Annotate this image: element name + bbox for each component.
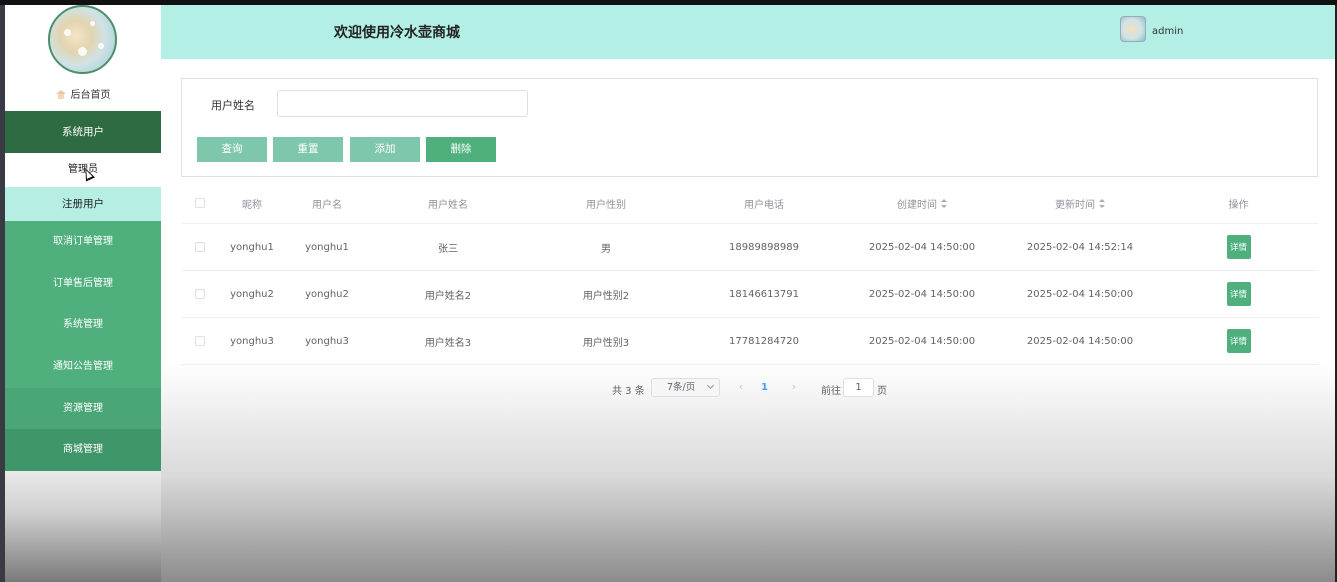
col-updated-label: 更新时间 [1055, 199, 1095, 211]
user-avatar[interactable] [1120, 16, 1146, 42]
row-checkbox[interactable] [195, 242, 205, 252]
detail-button[interactable]: 详情 [1226, 282, 1251, 306]
reset-button[interactable]: 重置 [273, 137, 343, 162]
menu-item-mall[interactable]: 商城管理 [5, 429, 161, 472]
col-nickname: 昵称 [242, 199, 262, 211]
goto-page-input[interactable]: 1 [843, 378, 874, 397]
cell-phone: 17781284720 [729, 335, 799, 347]
select-all-checkbox[interactable] [195, 198, 205, 208]
row-checkbox[interactable] [195, 336, 205, 346]
cell-nickname: yonghu3 [230, 335, 274, 347]
delete-button[interactable]: 删除 [426, 137, 496, 162]
cell-phone: 18989898989 [729, 241, 799, 253]
user-name[interactable]: admin [1152, 26, 1183, 37]
menu-sub-admin[interactable]: 管理员 [5, 153, 161, 187]
sidebar-avatar [48, 5, 117, 74]
cell-updated: 2025-02-04 14:50:00 [1026, 335, 1134, 347]
menu-item-notices[interactable]: 通知公告管理 [5, 346, 161, 388]
home-icon [55, 90, 66, 99]
cell-gender: 男 [601, 243, 611, 255]
cell-nickname: yonghu1 [230, 241, 274, 253]
chevron-right-icon[interactable]: › [789, 381, 799, 393]
top-header: 欢迎使用冷水壶商城 admin [161, 5, 1335, 59]
sidebar-home-link[interactable]: 后台首页 [5, 87, 161, 105]
sidebar: 后台首页 系统用户 管理员 注册用户 取消订单管理 订单售后管理 系统管理 通知… [5, 5, 161, 582]
cell-name: 张三 [438, 243, 458, 255]
cell-updated: 2025-02-04 14:50:00 [1026, 288, 1134, 300]
chevron-down-icon [706, 381, 715, 390]
col-username: 用户名 [312, 199, 342, 211]
col-created[interactable]: 创建时间 [843, 183, 1001, 223]
cell-updated: 2025-02-04 14:52:14 [1026, 241, 1134, 253]
menu-group-system-users[interactable]: 系统用户 [5, 111, 161, 153]
user-table: 昵称 用户名 用户姓名 用户性别 用户电话 创建时间 更新时间 操作 yongh… [181, 183, 1318, 365]
row-checkbox[interactable] [195, 289, 205, 299]
col-created-label: 创建时间 [897, 199, 937, 211]
page-title: 欢迎使用冷水壶商城 [334, 25, 460, 41]
cell-username: yonghu2 [305, 288, 349, 300]
query-button[interactable]: 查询 [197, 137, 267, 162]
sort-icon[interactable] [1099, 198, 1105, 208]
search-panel: 用户姓名 查询 重置 添加 删除 [181, 78, 1318, 177]
menu-item-resources[interactable]: 资源管理 [5, 387, 161, 430]
col-name: 用户姓名 [428, 199, 468, 211]
home-label: 后台首页 [70, 90, 111, 101]
cell-gender: 用户性别2 [582, 290, 630, 302]
detail-button[interactable]: 详情 [1226, 235, 1251, 259]
cell-created: 2025-02-04 14:50:00 [868, 335, 976, 347]
cell-created: 2025-02-04 14:50:00 [868, 241, 976, 253]
add-button[interactable]: 添加 [350, 137, 420, 162]
cell-name: 用户姓名3 [424, 337, 472, 349]
table-row: yonghu1 yonghu1 张三 男 18989898989 2025-02… [181, 224, 1318, 271]
cell-name: 用户姓名2 [424, 290, 472, 302]
pagination: 共 3 条 7条/页 ‹ 1 › 前往 1 页 [161, 377, 1335, 399]
menu-item-system[interactable]: 系统管理 [5, 304, 161, 347]
table-row: yonghu2 yonghu2 用户姓名2 用户性别2 18146613791 … [181, 271, 1318, 318]
search-label: 用户姓名 [211, 99, 255, 112]
menu-sub-registered-users[interactable]: 注册用户 [5, 187, 161, 221]
goto-label: 前往 [821, 386, 841, 397]
col-updated[interactable]: 更新时间 [1001, 183, 1159, 223]
chevron-left-icon[interactable]: ‹ [736, 381, 746, 393]
table-header-row: 昵称 用户名 用户姓名 用户性别 用户电话 创建时间 更新时间 操作 [181, 183, 1318, 224]
main-content: 用户姓名 查询 重置 添加 删除 昵称 用户名 用户姓名 用户性别 用户电话 创… [161, 59, 1335, 582]
goto-suffix: 页 [877, 386, 887, 397]
cell-username: yonghu3 [305, 335, 349, 347]
detail-button[interactable]: 详情 [1226, 329, 1251, 353]
cell-created: 2025-02-04 14:50:00 [868, 288, 976, 300]
cell-username: yonghu1 [305, 241, 349, 253]
cell-phone: 18146613791 [729, 288, 799, 300]
page-size-value: 7条/页 [667, 382, 696, 393]
col-gender: 用户性别 [586, 199, 626, 211]
table-row: yonghu3 yonghu3 用户姓名3 用户性别3 17781284720 … [181, 318, 1318, 365]
cell-nickname: yonghu2 [230, 288, 274, 300]
search-input[interactable] [277, 90, 528, 117]
col-phone: 用户电话 [744, 199, 784, 211]
menu-item-cancel-orders[interactable]: 取消订单管理 [5, 221, 161, 263]
pagination-total: 共 3 条 [612, 386, 645, 397]
cell-gender: 用户性别3 [582, 337, 630, 349]
col-actions: 操作 [1228, 199, 1249, 211]
page-size-select[interactable]: 7条/页 [651, 378, 720, 397]
sidebar-menu: 系统用户 管理员 注册用户 取消订单管理 订单售后管理 系统管理 通知公告管理 … [5, 111, 161, 472]
page-number-current[interactable]: 1 [761, 382, 768, 393]
menu-item-after-sales[interactable]: 订单售后管理 [5, 262, 161, 305]
sort-icon[interactable] [941, 198, 947, 208]
